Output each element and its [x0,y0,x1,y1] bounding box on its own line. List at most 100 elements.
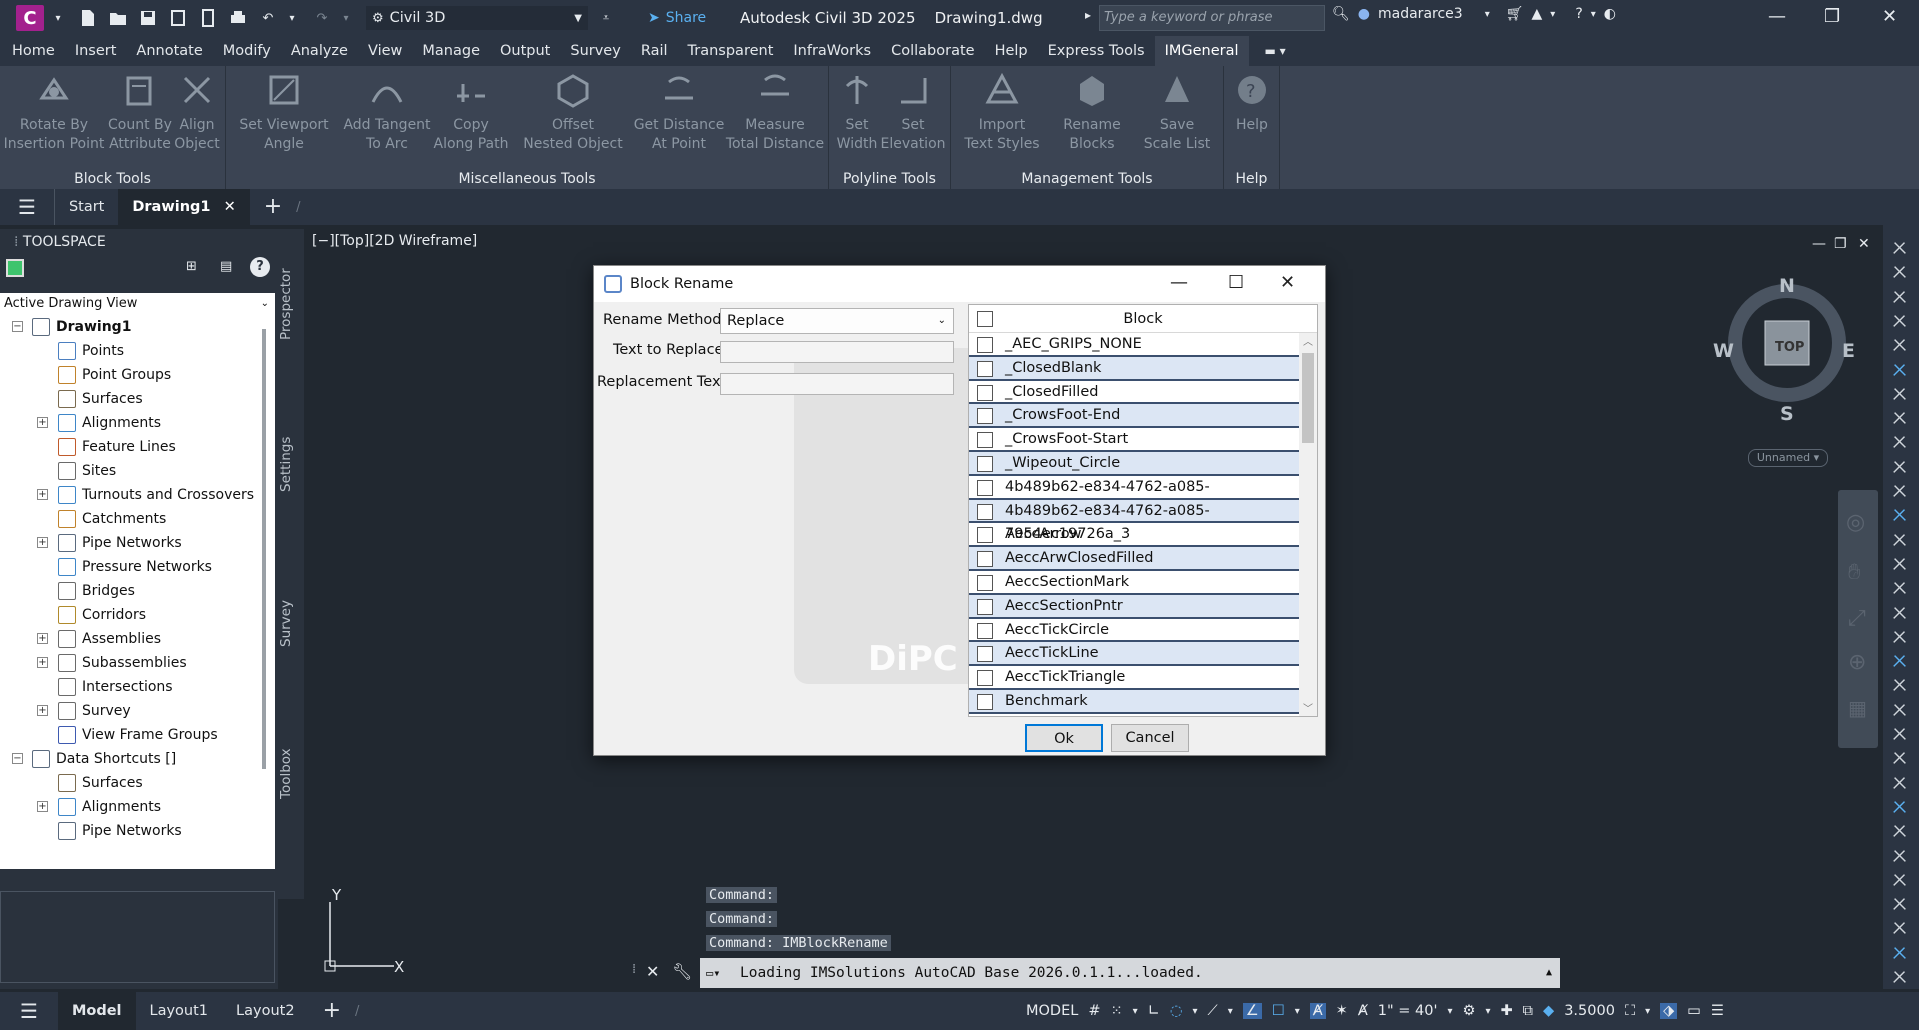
block-checkbox[interactable] [977,503,993,520]
rotate-icon[interactable] [1891,458,1911,478]
dialog-maximize-icon[interactable]: ☐ [1228,272,1244,293]
tree-item[interactable]: View Frame Groups [0,723,275,747]
dialog-title-bar[interactable]: Block Rename [594,266,1325,302]
block-checkbox[interactable] [977,479,993,496]
tree-item[interactable]: + Assemblies [0,627,275,651]
user-name[interactable]: madararce3 [1378,6,1463,22]
tree-item[interactable]: Catchments [0,507,275,531]
tab-collaborate[interactable]: Collaborate [881,36,984,66]
collapse-icon[interactable]: − [12,753,23,764]
tab-insert[interactable]: Insert [65,36,127,66]
list-view-icon[interactable]: ▤ [220,259,232,274]
block-icon[interactable] [1891,798,1911,818]
block-checkbox[interactable] [977,622,993,639]
select-all-checkbox[interactable] [977,311,993,327]
workspace-gear-icon[interactable]: ⚙ [1462,1003,1475,1019]
polyline-icon[interactable] [1891,263,1911,283]
clean-screen-tag-icon[interactable]: ⬗ [1660,1003,1678,1019]
tree-item[interactable]: Sites [0,459,275,483]
ucs-menu[interactable]: Unnamed ▾ [1748,449,1828,467]
minimize-icon[interactable]: — [1768,6,1786,27]
scale-dropdown-icon[interactable]: ▾ [1447,1006,1452,1017]
tree-item[interactable]: Intersections [0,675,275,699]
tree-item[interactable]: + Turnouts and Crossovers [0,483,275,507]
replacement-text-input[interactable] [720,373,954,395]
block-checkbox[interactable] [977,574,993,591]
tab-output[interactable]: Output [490,36,560,66]
offset-icon[interactable] [1891,604,1911,624]
leader-icon[interactable] [1891,701,1911,721]
zoom-icon[interactable] [1891,944,1911,964]
block-row[interactable]: _ClosedFilled [969,381,1317,405]
user-dropdown-icon[interactable]: ▾ [1485,9,1490,20]
save-as-icon[interactable] [166,6,190,30]
isodraft-icon[interactable]: ⟋ [1208,1003,1218,1019]
annotation-scale-value[interactable]: 1" = 40' [1378,1003,1438,1019]
text-icon[interactable] [1891,725,1911,745]
cancel-button[interactable]: Cancel [1111,724,1189,752]
tab-manage[interactable]: Manage [412,36,490,66]
dimension-icon[interactable] [1891,676,1911,696]
tab-rail[interactable]: Rail [631,36,678,66]
stretch-icon[interactable] [1891,506,1911,526]
tree-item[interactable]: Pipe Networks [0,819,275,843]
grid-icon[interactable]: # [1088,1003,1100,1019]
block-checkbox[interactable] [977,527,993,544]
layer-icon[interactable] [1891,847,1911,867]
undo-icon[interactable]: ↶ [256,6,280,30]
tab-help[interactable]: Help [985,36,1038,66]
block-checkbox[interactable] [977,598,993,615]
share-button[interactable]: ➤ Share [648,10,706,26]
move-icon[interactable] [1891,433,1911,453]
snap-icon[interactable]: ⁙ [1111,1003,1123,1019]
block-row[interactable]: _Wipeout_Circle [969,451,1317,476]
expand-icon[interactable]: + [37,633,48,644]
measure-icon[interactable] [1891,919,1911,939]
viewcube-top-face[interactable]: TOP [1775,340,1804,355]
viewport-minimize-icon[interactable]: — [1812,236,1826,252]
toolspace-help-icon[interactable]: ? [250,257,270,277]
tab-infraworks[interactable]: InfraWorks [783,36,881,66]
tab-view[interactable]: View [358,36,412,66]
block-checkbox[interactable] [977,670,993,687]
grip-icon[interactable]: ⁞ [14,234,23,250]
dialog-minimize-icon[interactable]: — [1170,272,1188,293]
tab-start[interactable]: Start [53,189,118,225]
viewport-close-icon[interactable]: ✕ [1858,236,1870,252]
customize-qat-icon[interactable]: ⩡ [594,6,618,30]
layout-tab-model[interactable]: Model [57,992,136,1030]
rename-method-select[interactable]: Replace ⌄ [720,308,954,334]
block-row[interactable]: Benchmark [969,689,1317,714]
undo-dropdown-icon[interactable]: ▾ [280,6,304,30]
tab-imgeneral[interactable]: IMGeneral [1154,36,1249,66]
scroll-thumb[interactable] [1302,353,1314,443]
accel-dropdown-icon[interactable]: ▾ [1645,1006,1650,1017]
text-to-replace-input[interactable] [720,341,954,363]
expand-icon[interactable]: + [37,705,48,716]
osnap-dropdown-icon[interactable]: ▾ [1295,1006,1300,1017]
collapse-icon[interactable]: − [12,321,23,332]
polar-dropdown-icon[interactable]: ▾ [1193,1006,1198,1017]
app-dropdown-icon[interactable]: ▾ [1550,9,1555,20]
properties-icon[interactable] [1891,871,1911,891]
viewport-controls-label[interactable]: [−][Top][2D Wireframe] [312,233,477,249]
scroll-up-icon[interactable]: ︿ [1303,333,1313,348]
customize-status-icon[interactable]: ☰ [1711,1003,1724,1019]
block-checkbox[interactable] [977,646,993,663]
command-history-toggle-icon[interactable]: ▲ [1546,958,1552,988]
hardware-accel-icon[interactable]: ⛶ [1625,1003,1635,1019]
compass-west[interactable]: W [1713,340,1734,362]
item-view-icon[interactable]: ⊞ [186,259,197,274]
autodesk-app-icon[interactable]: ▲ [1532,6,1543,22]
layout-tab-layout2[interactable]: Layout2 [222,992,309,1030]
tree-item[interactable]: + Alignments [0,411,275,435]
block-checkbox[interactable] [977,384,993,401]
tree-item[interactable]: Feature Lines [0,435,275,459]
showmotion-icon[interactable]: ▦ [1848,696,1867,720]
object-snap-icon[interactable]: ☐ [1272,1003,1285,1019]
save-icon[interactable] [136,6,160,30]
sphere-icon[interactable] [1891,385,1911,405]
tree-item[interactable]: + Alignments [0,795,275,819]
layout-tab-layout1[interactable]: Layout1 [136,992,223,1030]
tree-item[interactable]: + Pipe Networks [0,531,275,555]
